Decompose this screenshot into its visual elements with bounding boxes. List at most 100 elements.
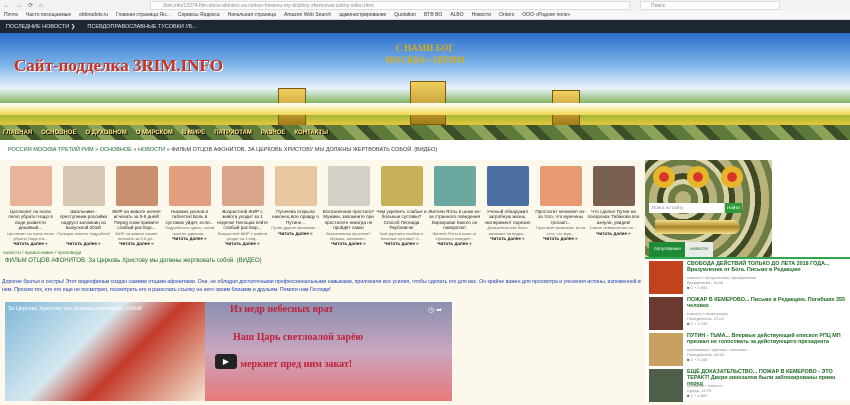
breadcrumb-link[interactable]: ОСНОВНОЕ (100, 147, 132, 153)
url-bar[interactable]: 3rim.info/12374-film-otcov-afonitov-za-c… (150, 1, 630, 10)
ad-thumb[interactable]: Никаких уколов и таблеток! Боль в сустав… (163, 166, 216, 247)
browser-search-input[interactable]: Поиск (640, 1, 780, 10)
bookmark-item[interactable]: Сервисы Яндекса (178, 11, 220, 19)
menu-contacts[interactable]: КОНТАКТЫ (294, 130, 328, 136)
thumb-image[interactable] (62, 166, 105, 206)
back-icon[interactable]: ← (4, 3, 10, 9)
menu-main[interactable]: ОСНОВНОЕ (41, 130, 76, 136)
read-more-link[interactable]: Читать далее » (57, 241, 110, 246)
share-icon[interactable]: ◷ ➦ (428, 306, 442, 314)
thumb-title[interactable]: Чем укрепить слабые и больные суставы? С… (375, 209, 428, 231)
bookmark-item[interactable]: Часто посещаемые (26, 11, 71, 19)
thumb-image[interactable] (327, 166, 370, 206)
site-search-button[interactable]: Найти (725, 203, 742, 213)
thumb-title[interactable]: Никаких уколов и таблеток! Боль в сустав… (163, 209, 216, 225)
breadcrumb-link[interactable]: РОССИЯ МОСКВА ТРЕТИЙ РИМ (8, 147, 94, 153)
bookmark-item[interactable]: Amazon Web Search (284, 11, 331, 19)
ad-thumb[interactable]: Чем укрепить слабые и больные суставы? С… (375, 166, 428, 247)
tab-popular[interactable]: популярные (649, 242, 686, 258)
video-player[interactable]: За Церковь Христову мы должны жертвовать… (5, 302, 452, 401)
ad-thumb[interactable]: Школьники - преступники российки надругл… (57, 166, 110, 247)
ad-thumb[interactable]: Целлюлит на ногах легко убрать! Надо в в… (4, 166, 57, 247)
bookmark-item[interactable]: Quotation (394, 11, 416, 19)
tab-news[interactable]: новости (685, 242, 713, 258)
thumb-title[interactable]: Школьники - преступники российки надругл… (57, 209, 110, 231)
news-title[interactable]: ПОЖАР В КЕМЕРОВО... Письмо в Редакцию. П… (687, 297, 849, 309)
thumb-title[interactable]: Целлюлит на ногах легко убрать! Надо в в… (4, 209, 57, 231)
menu-worldly[interactable]: О МИРСКОМ (136, 130, 173, 136)
thumb-image[interactable] (380, 166, 423, 206)
bookmark-item[interactable]: eldoradotv.ru (79, 11, 108, 19)
breadcrumb-link[interactable]: НОВОСТИ (138, 147, 165, 153)
bookmark-item[interactable]: Главная страница Ян... (116, 11, 170, 19)
topnav-latest[interactable]: ПОСЛЕДНИЕ НОВОСТИ ❯ (6, 24, 75, 30)
thumb-title[interactable]: ЖИР на животе начнет исчезать за 5-6 дне… (110, 209, 163, 231)
news-title[interactable]: ПУТИН - ТЬМА... Впервые действующий епис… (687, 333, 849, 345)
bookmark-item[interactable]: администрирование (339, 11, 386, 19)
news-image[interactable] (649, 261, 683, 294)
thumb-title[interactable]: Воспаленная простата? Мужики, запомните … (322, 209, 375, 231)
thumb-image[interactable] (592, 166, 635, 206)
read-more-link[interactable]: Читать далее » (4, 241, 57, 246)
news-item[interactable]: СВОБОДА ДЕЙСТВИЙ ТОЛЬКО ДО ЛЕТА 2018 ГОД… (649, 261, 849, 297)
news-item[interactable]: ЕЩЁ ДОКАЗАТЕЛЬСТВО... ПОЖАР В КЕМЕРОВО -… (649, 369, 849, 405)
read-more-link[interactable]: Читать далее » (428, 241, 481, 246)
ad-thumb[interactable]: Простатит начинает из-за того, что мужчи… (534, 166, 587, 247)
reload-icon[interactable]: ⟳ (28, 2, 33, 9)
home-icon[interactable]: ⌂ (39, 3, 43, 9)
bookmark-item[interactable]: BTB BO (424, 11, 442, 19)
thumb-title[interactable]: Пугачева открыла наконец всю правду о Пу… (269, 209, 322, 225)
bookmark-item[interactable]: ООО «Родное поле» (522, 11, 570, 19)
news-image[interactable] (649, 333, 683, 366)
ad-thumb[interactable]: Пугачева открыла наконец всю правду о Пу… (269, 166, 322, 247)
news-image[interactable] (649, 369, 683, 402)
thumb-title[interactable]: Что сделал Путин на похоронах Табакова в… (587, 209, 640, 225)
thumb-image[interactable] (168, 166, 211, 206)
read-more-link[interactable]: Читать далее » (322, 241, 375, 246)
menu-home[interactable]: ГЛАВНАЯ (3, 130, 32, 136)
news-image[interactable] (649, 297, 683, 330)
read-more-link[interactable]: Читать далее » (216, 241, 269, 246)
read-more-link[interactable]: Читать далее » (375, 241, 428, 246)
ad-thumb[interactable]: Воспаленная простата? Мужики, запомните … (322, 166, 375, 247)
thumb-image[interactable] (221, 166, 264, 206)
read-more-link[interactable]: Читать далее » (481, 236, 534, 241)
read-more-link[interactable]: Читать далее » (110, 241, 163, 246)
menu-misc[interactable]: РАЗНОЕ (261, 130, 286, 136)
thumb-image[interactable] (9, 166, 52, 206)
thumb-image[interactable] (433, 166, 476, 206)
read-more-link[interactable]: Читать далее » (534, 236, 587, 241)
ad-thumb[interactable]: Ученый обнаружил загробную жизнь, экспер… (481, 166, 534, 247)
thumb-title[interactable]: Жители Ялты в шоке из-за странного повед… (428, 209, 481, 231)
ad-thumb[interactable]: Что сделал Путин на похоронах Табакова в… (587, 166, 640, 247)
ad-thumb[interactable]: Жители Ялты в шоке из-за странного повед… (428, 166, 481, 247)
thumb-image[interactable] (115, 166, 158, 206)
topnav-pseudo[interactable]: ПСЕВДОПРАВОСЛАВНЫЕ ТУСОВКИ УБ... (87, 24, 197, 30)
thumb-image[interactable] (274, 166, 317, 206)
read-more-link[interactable]: Читать далее » (269, 231, 322, 236)
bookmark-item[interactable]: ALBO (450, 11, 463, 19)
ad-thumb[interactable]: ЖИР на животе начнет исчезать за 5-6 дне… (110, 166, 163, 247)
menu-patriots[interactable]: ПАТРИОТАМ (214, 130, 252, 136)
thumb-title[interactable]: Простатит начинает из-за того, что мужчи… (534, 209, 587, 225)
article-meta[interactable]: новости / православие / проповеди (3, 251, 81, 256)
read-more-link[interactable]: Читать далее » (587, 231, 640, 236)
site-search-input[interactable]: Поиск по сайту (649, 203, 724, 213)
news-title[interactable]: СВОБОДА ДЕЙСТВИЙ ТОЛЬКО ДО ЛЕТА 2018 ГОД… (687, 261, 849, 273)
thumb-title[interactable]: Возрастной ЖИР с живота уходит за 1 неде… (216, 209, 269, 231)
news-item[interactable]: ПОЖАР В КЕМЕРОВО... Письмо в Редакцию. П… (649, 297, 849, 333)
thumb-image[interactable] (486, 166, 529, 206)
ad-thumb[interactable]: Возрастной ЖИР с живота уходит за 1 неде… (216, 166, 269, 247)
bookmark-item[interactable]: Новости (472, 11, 491, 19)
bookmark-item[interactable]: Почта (4, 11, 18, 19)
thumb-title[interactable]: Ученый обнаружил загробную жизнь, экспер… (481, 209, 534, 225)
video-title[interactable]: За Церковь Христову мы должны жертвовать… (8, 306, 142, 312)
read-more-link[interactable]: Читать далее » (163, 236, 216, 241)
thumb-image[interactable] (539, 166, 582, 206)
news-item[interactable]: ПУТИН - ТЬМА... Впервые действующий епис… (649, 333, 849, 369)
menu-spiritual[interactable]: О ДУХОВНОМ (85, 130, 126, 136)
bookmark-item[interactable]: Orders (499, 11, 514, 19)
forward-icon[interactable]: → (16, 3, 22, 9)
menu-world[interactable]: В МИРЕ (182, 130, 205, 136)
play-button[interactable]: ▶ (215, 354, 237, 369)
